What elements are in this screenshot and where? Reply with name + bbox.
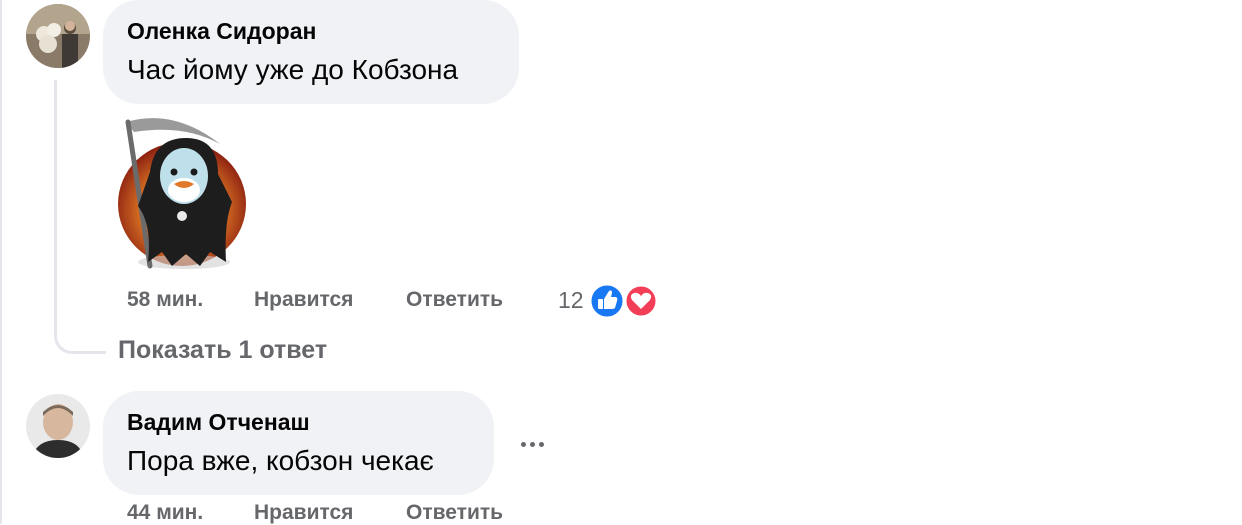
- reaction-icons[interactable]: [588, 282, 662, 320]
- comment-text: Пора вже, кобзон чекає: [127, 445, 434, 476]
- thread-connector: [54, 80, 106, 354]
- reaction-count[interactable]: 12: [558, 287, 584, 314]
- comment-author[interactable]: Вадим Отченаш: [127, 409, 310, 436]
- comment-bubble: Оленка Сидоран Час йому уже до Кобзона: [103, 0, 519, 104]
- like-button[interactable]: Нравится: [254, 501, 353, 525]
- comment-time[interactable]: 44 мин.: [127, 501, 203, 525]
- more-options-button[interactable]: [512, 424, 552, 464]
- grim-reaper-bird-sticker[interactable]: [114, 112, 250, 272]
- like-button[interactable]: Нравится: [254, 288, 353, 312]
- more-icon: [520, 441, 526, 447]
- avatar[interactable]: [26, 4, 90, 68]
- reply-button[interactable]: Ответить: [406, 288, 503, 312]
- comment-text: Час йому уже до Кобзона: [127, 54, 459, 85]
- avatar[interactable]: [26, 394, 90, 458]
- comment-author[interactable]: Оленка Сидоран: [127, 18, 316, 45]
- show-replies-link[interactable]: Показать 1 ответ: [118, 336, 327, 365]
- comment-time[interactable]: 58 мин.: [127, 288, 203, 312]
- reply-button[interactable]: Ответить: [406, 501, 503, 525]
- left-border: [0, 0, 2, 524]
- comment-bubble: Вадим Отченаш Пора вже, кобзон чекає: [103, 391, 494, 495]
